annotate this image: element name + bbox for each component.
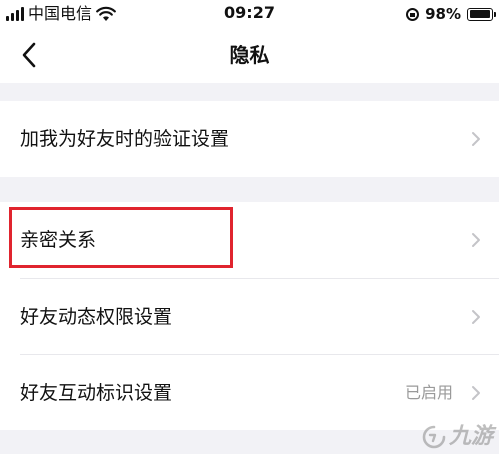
navigation-bar: 隐私 <box>0 28 499 83</box>
setting-label: 加我为好友时的验证设置 <box>20 128 230 150</box>
setting-row-friend-verification[interactable]: 加我为好友时的验证设置 <box>0 101 499 177</box>
setting-row-intimate-relationship[interactable]: 亲密关系 <box>0 202 499 278</box>
settings-group-verification: 加我为好友时的验证设置 <box>0 101 499 177</box>
watermark: 九游 <box>422 424 493 450</box>
rotation-lock-icon <box>406 7 420 21</box>
setting-label: 好友动态权限设置 <box>20 306 173 328</box>
setting-row-friend-interaction-badge[interactable]: 好友互动标识设置 已启用 <box>0 355 499 431</box>
chevron-right-icon <box>472 132 480 146</box>
chevron-right-icon <box>472 310 480 324</box>
status-right: 98% <box>406 4 496 24</box>
chevron-right-icon <box>472 233 480 247</box>
setting-value: 已启用 <box>404 383 453 402</box>
setting-label: 好友互动标识设置 <box>20 382 173 404</box>
watermark-text: 九游 <box>448 424 493 449</box>
page-title: 隐私 <box>229 43 270 67</box>
battery-level-fill <box>469 10 491 18</box>
setting-row-friend-moments-permission[interactable]: 好友动态权限设置 <box>0 279 499 355</box>
settings-group-friends: 亲密关系 好友动态权限设置 好友互动标识设置 已启用 <box>0 202 499 430</box>
battery-icon <box>467 7 496 21</box>
status-bar: 中国电信 09:27 98% <box>0 0 499 28</box>
battery-percent: 98% <box>425 5 461 23</box>
chevron-right-icon <box>472 386 480 400</box>
setting-label: 亲密关系 <box>20 229 97 251</box>
jiuyou-logo-icon <box>422 425 446 449</box>
